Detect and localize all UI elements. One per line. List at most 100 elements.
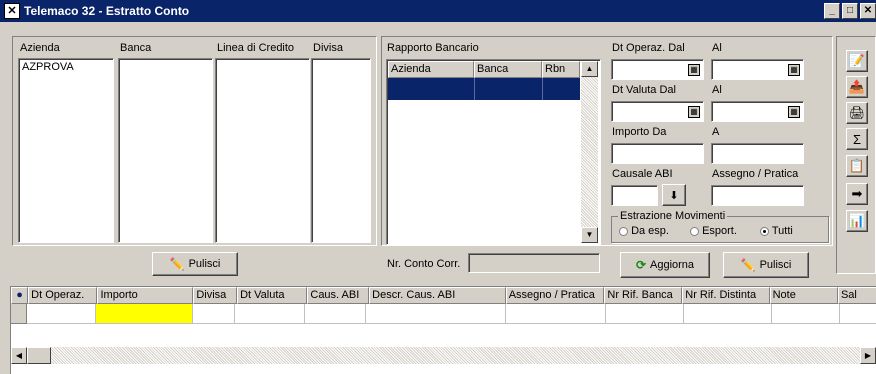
pulisci-right-button[interactable]: ✏️ Pulisci (723, 252, 809, 278)
cell-descr-caus-abi[interactable] (366, 304, 506, 324)
nr-conto-label: Nr. Conto Corr. (387, 258, 461, 270)
radio-label: Da esp. (631, 225, 669, 237)
rapporto-label: Rapporto Bancario (387, 42, 479, 54)
cell-caus-abi[interactable] (305, 304, 366, 324)
pulisci-label: Pulisci (188, 258, 221, 270)
dt-valuta-dal-label: Dt Valuta Dal (612, 84, 676, 96)
lookup-icon: ⬇ (669, 189, 679, 202)
radio-icon[interactable] (619, 226, 628, 236)
calendar-icon[interactable]: ▦ (788, 106, 800, 118)
causale-lookup-button[interactable]: ⬇ (662, 184, 686, 206)
col-divisa[interactable]: Divisa (193, 287, 238, 304)
scroll-right-button[interactable]: ▶ (860, 347, 876, 364)
grid-hscroll[interactable]: ◀ ▶ (11, 347, 876, 364)
col-saldo[interactable]: Sal (837, 287, 876, 304)
list-item[interactable]: AZPROVA (19, 59, 113, 75)
importo-da-field[interactable] (611, 143, 704, 164)
cell-importo[interactable] (96, 304, 193, 324)
importo-da-label: Importo Da (612, 126, 667, 138)
cell-assegno-pratica[interactable] (506, 304, 606, 324)
edit-icon[interactable]: 📝 (846, 50, 868, 72)
dt-operaz-al-field[interactable]: ▦ (711, 59, 804, 80)
dt-valuta-al-field[interactable]: ▦ (711, 101, 804, 122)
row-divider (474, 78, 475, 100)
col-caus-abi[interactable]: Caus. ABI (307, 287, 370, 304)
cell-saldo[interactable] (840, 304, 876, 324)
exit-icon[interactable]: ➡ (846, 183, 868, 205)
close-button[interactable]: ✕ (860, 3, 876, 19)
radio-icon[interactable] (690, 226, 699, 236)
radio-tutti[interactable]: Tutti (760, 225, 793, 237)
scroll-thumb[interactable] (27, 347, 51, 364)
col-nr-rif-distinta[interactable]: Nr Rif. Distinta (682, 287, 770, 304)
cell-nr-rif-distinta[interactable] (684, 304, 772, 324)
rapporto-grid[interactable]: Azienda Banca Rbn ▲ ▼ (386, 59, 601, 245)
copy-icon[interactable]: 📋 (846, 155, 868, 177)
title-bar: ✕ Telemaco 32 - Estratto Conto _ □ ✕ (0, 0, 876, 22)
aggiorna-label: Aggiorna (650, 259, 695, 271)
causale-abi-field[interactable] (611, 185, 658, 206)
print-icon[interactable]: 🖨 (846, 102, 868, 124)
export-icon[interactable]: 📤 (846, 76, 868, 98)
radio-esport[interactable]: Esport. (690, 225, 737, 237)
linea-credito-label: Linea di Credito (217, 42, 295, 54)
dt-operaz-dal-label: Dt Operaz. Dal (612, 42, 685, 54)
report-icon[interactable]: 📊 (846, 210, 868, 232)
dt-valuta-dal-field[interactable]: ▦ (611, 101, 704, 122)
scroll-left-button[interactable]: ◀ (11, 347, 27, 364)
cell-divisa[interactable] (193, 304, 235, 324)
aggiorna-button[interactable]: ⟳ Aggiorna (620, 252, 710, 278)
row-selector[interactable] (11, 304, 27, 324)
importo-a-field[interactable] (711, 143, 804, 164)
col-assegno-pratica[interactable]: Assegno / Pratica (505, 287, 605, 304)
pulisci-label: Pulisci (759, 259, 792, 271)
al-label: Al (712, 42, 722, 54)
rapporto-col-banca[interactable]: Banca (474, 61, 542, 78)
banca-list[interactable] (118, 58, 213, 243)
sum-icon[interactable]: Σ (846, 128, 868, 150)
col-importo[interactable]: Importo (97, 287, 194, 304)
radio-da-esp[interactable]: Da esp. (619, 225, 669, 237)
rapporto-vscroll[interactable]: ▲ ▼ (581, 61, 598, 243)
assegno-pratica-field[interactable] (711, 185, 804, 206)
scroll-down-button[interactable]: ▼ (581, 227, 598, 243)
pulisci-left-button[interactable]: ✏️ Pulisci (152, 252, 238, 276)
table-row[interactable] (11, 304, 876, 324)
radio-icon[interactable] (760, 226, 769, 236)
cell-nr-rif-banca[interactable] (606, 304, 684, 324)
row-indicator-icon: ● (11, 287, 29, 304)
calendar-icon[interactable]: ▦ (788, 64, 800, 76)
cell-note[interactable] (772, 304, 840, 324)
eraser-icon: ✏️ (740, 258, 756, 272)
calendar-icon[interactable]: ▦ (688, 106, 700, 118)
azienda-label: Azienda (20, 42, 60, 54)
dt-operaz-dal-field[interactable]: ▦ (611, 59, 704, 80)
movimenti-grid[interactable]: ● Dt Operaz. Importo Divisa Dt Valuta Ca… (10, 286, 876, 374)
col-nr-rif-banca[interactable]: Nr Rif. Banca (604, 287, 683, 304)
cell-dt-operaz[interactable] (27, 304, 96, 324)
linea-credito-list[interactable] (215, 58, 310, 243)
importo-a-label: A (712, 126, 720, 138)
calendar-icon[interactable]: ▦ (688, 64, 700, 76)
window-title: Telemaco 32 - Estratto Conto (24, 4, 190, 18)
maximize-button[interactable]: □ (842, 3, 858, 19)
causale-abi-label: Causale ABI (612, 168, 673, 180)
rapporto-col-azienda[interactable]: Azienda (388, 61, 474, 78)
azienda-list[interactable]: AZPROVA (18, 58, 114, 243)
divisa-label: Divisa (313, 42, 343, 54)
col-note[interactable]: Note (769, 287, 838, 304)
col-dt-valuta[interactable]: Dt Valuta (237, 287, 308, 304)
col-dt-operaz[interactable]: Dt Operaz. (28, 287, 98, 304)
divisa-list[interactable] (311, 58, 371, 243)
rapporto-col-rbn[interactable]: Rbn (542, 61, 580, 78)
rapporto-selected-row[interactable] (388, 78, 580, 100)
cell-dt-valuta[interactable] (235, 304, 305, 324)
app-icon: ✕ (4, 3, 20, 19)
al-label: Al (712, 84, 722, 96)
col-descr-caus-abi[interactable]: Descr. Caus. ABI (369, 287, 506, 304)
radio-label: Tutti (771, 225, 793, 237)
assegno-pratica-label: Assegno / Pratica (712, 168, 799, 180)
minimize-button[interactable]: _ (824, 3, 840, 19)
nr-conto-field[interactable] (468, 253, 600, 273)
scroll-up-button[interactable]: ▲ (581, 61, 598, 77)
